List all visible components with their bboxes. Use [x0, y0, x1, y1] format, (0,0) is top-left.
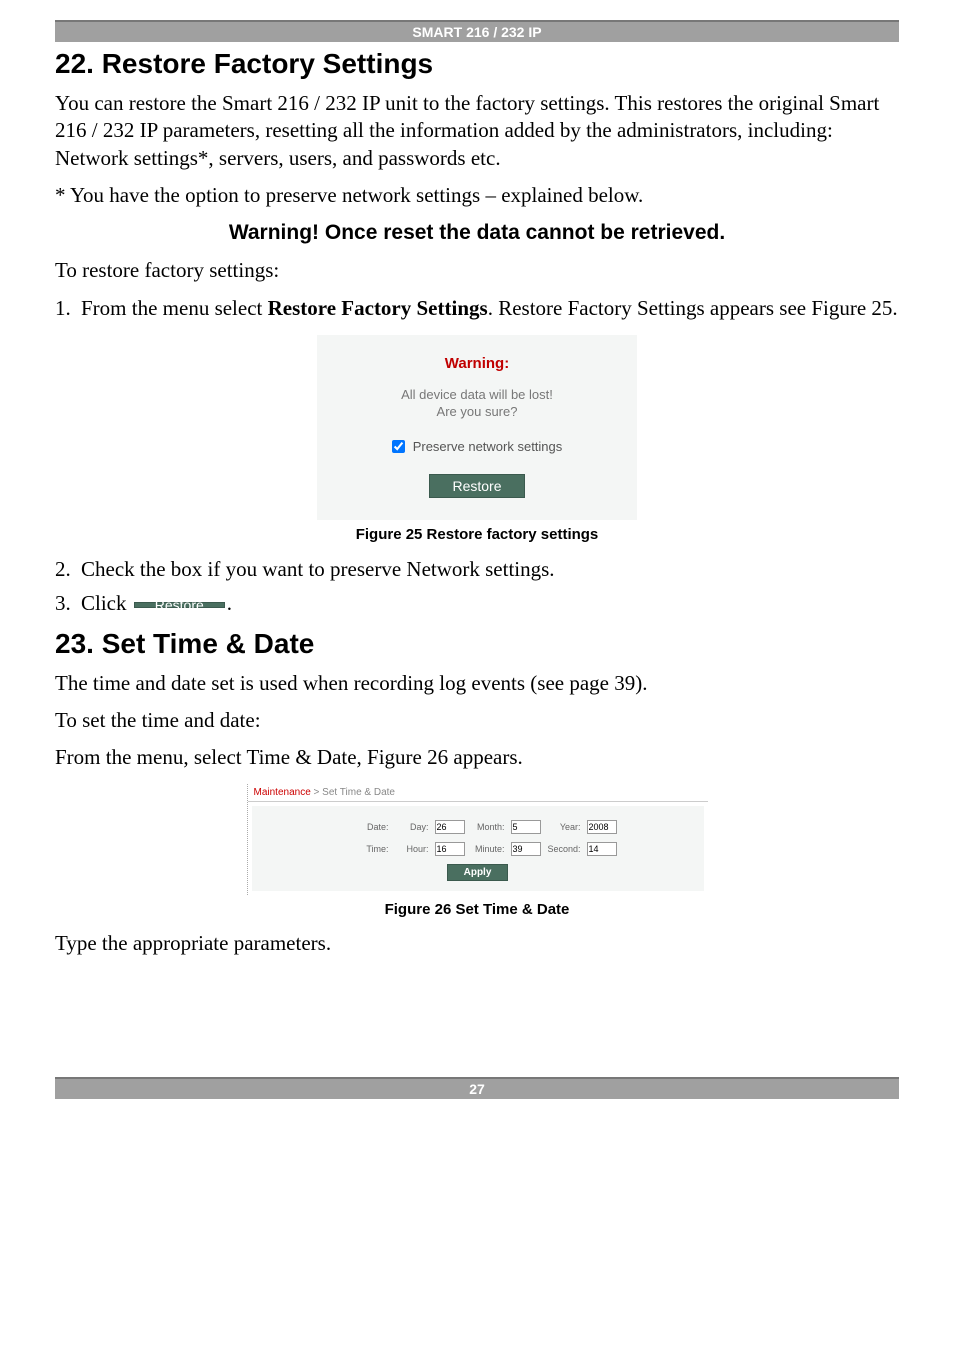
day-label: Day:	[395, 822, 429, 832]
month-label: Month:	[471, 822, 505, 832]
s22-step1-a: From the menu select	[81, 296, 268, 320]
s22-step3-a: Click	[81, 591, 132, 615]
time-label: Time:	[339, 844, 389, 854]
s22-step1: 1. From the menu select Restore Factory …	[55, 294, 899, 322]
header-banner: SMART 216 / 232 IP	[55, 20, 899, 42]
apply-button[interactable]: Apply	[447, 864, 509, 881]
minute-input[interactable]	[511, 842, 541, 856]
preserve-network-label: Preserve network settings	[413, 439, 563, 454]
figure-26-dialog: Maintenance > Set Time & Date Date: Day:…	[247, 784, 708, 895]
crumb-maintenance: Maintenance	[254, 787, 311, 798]
s22-p2: * You have the option to preserve networ…	[55, 182, 899, 209]
s22-step3-b: .	[227, 591, 232, 615]
fig25-warning-title: Warning:	[327, 355, 627, 372]
time-row: Time: Hour: Minute: Second:	[262, 842, 694, 856]
date-label: Date:	[339, 822, 389, 832]
section-22-title: 22. Restore Factory Settings	[55, 48, 899, 80]
s22-step1-b: Restore Factory Settings	[268, 296, 488, 320]
restore-button-inline[interactable]: Restore	[134, 602, 225, 608]
s22-step2: 2. Check the box if you want to preserve…	[55, 555, 899, 583]
crumb-sep: >	[311, 787, 322, 798]
hour-label: Hour:	[395, 844, 429, 854]
fig25-caption: Figure 25 Restore factory settings	[55, 526, 899, 543]
hour-input[interactable]	[435, 842, 465, 856]
s22-step3: 3. Click Restore.	[55, 589, 899, 617]
month-input[interactable]	[511, 820, 541, 834]
fig25-warning-msg: All device data will be lost! Are you su…	[327, 386, 627, 421]
minute-label: Minute:	[471, 844, 505, 854]
date-row: Date: Day: Month: Year:	[262, 820, 694, 834]
s22-step1-c: . Restore Factory Settings appears see F…	[488, 296, 898, 320]
s23-p2: To set the time and date:	[55, 707, 899, 734]
s22-p3: To restore factory settings:	[55, 257, 899, 284]
s22-warning: Warning! Once reset the data cannot be r…	[55, 221, 899, 245]
s22-p1: You can restore the Smart 216 / 232 IP u…	[55, 90, 899, 172]
figure-25-dialog: Warning: All device data will be lost! A…	[317, 335, 637, 520]
last-p: Type the appropriate parameters.	[55, 930, 899, 957]
second-label: Second:	[547, 844, 581, 854]
fig26-caption: Figure 26 Set Time & Date	[55, 901, 899, 918]
preserve-network-row[interactable]: Preserve network settings	[392, 439, 563, 454]
day-input[interactable]	[435, 820, 465, 834]
breadcrumb: Maintenance > Set Time & Date	[248, 784, 708, 802]
section-23-title: 23. Set Time & Date	[55, 628, 899, 660]
s23-p1: The time and date set is used when recor…	[55, 670, 899, 697]
second-input[interactable]	[587, 842, 617, 856]
year-input[interactable]	[587, 820, 617, 834]
preserve-network-checkbox[interactable]	[392, 440, 405, 453]
year-label: Year:	[547, 822, 581, 832]
s23-p3: From the menu, select Time & Date, Figur…	[55, 744, 899, 771]
crumb-settime: Set Time & Date	[322, 787, 395, 798]
restore-button[interactable]: Restore	[429, 474, 524, 498]
footer-pagenum: 27	[55, 1077, 899, 1099]
